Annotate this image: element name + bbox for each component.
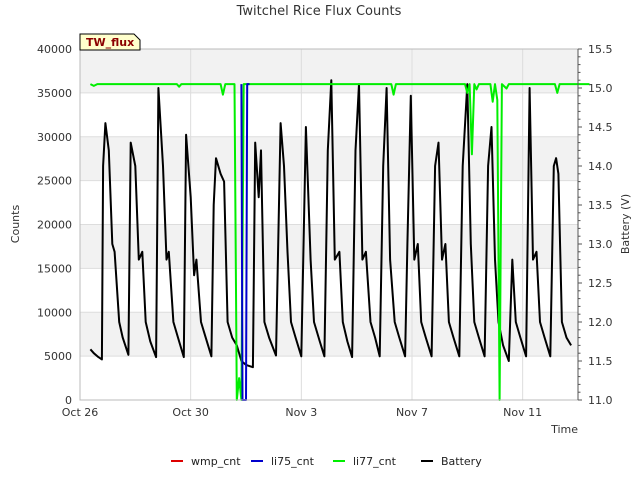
y2-tick-label: 15.5 — [588, 43, 613, 56]
legend-item-battery: Battery — [421, 455, 482, 468]
y-tick-label: 15000 — [37, 262, 72, 275]
y-axis-left: 0500010000150002000025000300003500040000 — [37, 43, 72, 407]
x-tick-label: Nov 3 — [285, 406, 317, 419]
y-tick-label: 35000 — [37, 87, 72, 100]
x-tick-label: Oct 30 — [172, 406, 209, 419]
y-axis-title: Counts — [9, 205, 22, 244]
legend-label: li75_cnt — [271, 455, 315, 468]
legend: wmp_cnt li75_cnt li77_cnt Battery — [171, 455, 482, 468]
legend-item-li77-cnt: li77_cnt — [333, 455, 397, 468]
y2-tick-label: 14.0 — [588, 160, 613, 173]
y2-tick-label: 11.0 — [588, 394, 613, 407]
x-axis-title: Time — [550, 423, 578, 436]
y2-tick-label: 12.5 — [588, 277, 613, 290]
station-badge-label: TW_flux — [86, 36, 134, 49]
legend-item-wmp-cnt: wmp_cnt — [171, 455, 241, 468]
x-axis: Oct 26 Oct 30 Nov 3 Nov 7 Nov 11 — [62, 406, 542, 419]
background-band — [80, 312, 578, 357]
y2-tick-label: 15.0 — [588, 82, 613, 95]
chart-title: Twitchel Rice Flux Counts — [236, 4, 402, 19]
y-axis-right: 11.0 11.5 12.0 12.5 13.0 13.5 14.0 14.5 15.0 15.5 — [577, 43, 613, 407]
background-band — [80, 224, 578, 269]
y-tick-label: 25000 — [37, 175, 72, 188]
legend-label: wmp_cnt — [191, 455, 241, 468]
y2-tick-label: 13.5 — [588, 199, 613, 212]
station-badge: TW_flux — [79, 33, 141, 51]
y2-axis-title: Battery (V) — [619, 194, 632, 254]
y-tick-label: 40000 — [37, 43, 72, 56]
y2-tick-label: 12.0 — [588, 316, 613, 329]
y-tick-label: 20000 — [37, 219, 72, 232]
x-tick-label: Nov 7 — [396, 406, 428, 419]
y-tick-label: 5000 — [44, 350, 72, 363]
x-tick-label: Oct 26 — [62, 406, 99, 419]
chart-canvas: Twitchel Rice Flux Counts 05000100001500… — [9, 4, 632, 468]
y-tick-label: 10000 — [37, 306, 72, 319]
x-tick-label: Nov 11 — [503, 406, 542, 419]
y2-tick-label: 11.5 — [588, 355, 613, 368]
chart-container: Twitchel Rice Flux Counts 0 5000 10000 1500… — [0, 0, 640, 480]
legend-item-li75-cnt: li75_cnt — [251, 455, 315, 468]
y2-tick-label: 14.5 — [588, 121, 613, 134]
legend-label: Battery — [441, 455, 482, 468]
legend-label: li77_cnt — [353, 455, 397, 468]
y-tick-label: 30000 — [37, 131, 72, 144]
y2-tick-label: 13.0 — [588, 238, 613, 251]
